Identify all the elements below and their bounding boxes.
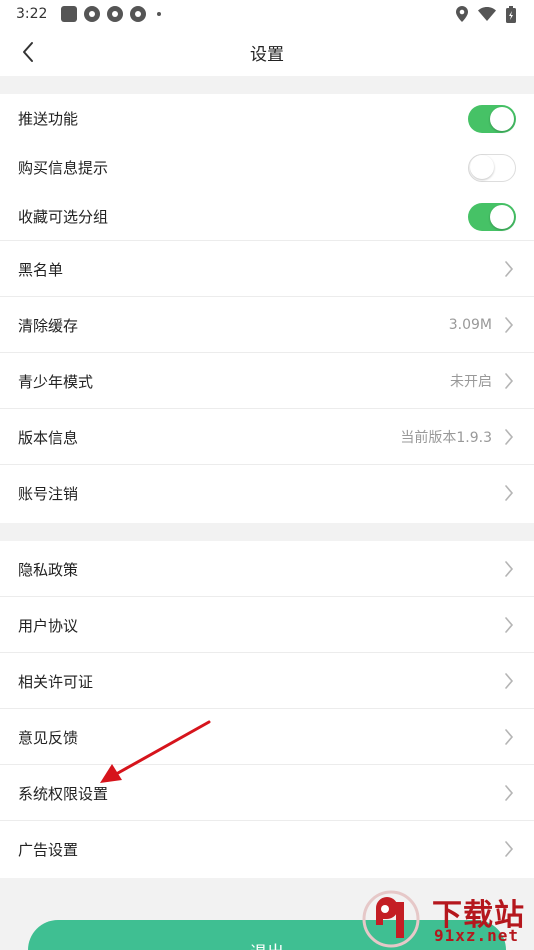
status-time: 3:22 xyxy=(16,6,48,22)
aperture-icon xyxy=(130,6,147,22)
nav-bar: 设置 xyxy=(0,28,534,76)
setting-row-purchase-notice: 购买信息提示 xyxy=(0,143,534,192)
wifi-icon xyxy=(478,7,496,21)
setting-row-clear-cache[interactable]: 清除缓存 3.09M xyxy=(0,297,534,353)
setting-label: 用户协议 xyxy=(18,616,79,635)
setting-row-favorite-group: 收藏可选分组 xyxy=(0,192,534,241)
setting-label: 推送功能 xyxy=(18,110,79,128)
chevron-right-icon xyxy=(502,841,516,857)
setting-row-user-agreement[interactable]: 用户协议 xyxy=(0,597,534,653)
toggle-knob xyxy=(490,204,514,229)
setting-row-push: 推送功能 xyxy=(0,94,534,143)
settings-group-general: 推送功能 购买信息提示 收藏可选分组 黑名单 清除缓存 3.09M 青少年模式 … xyxy=(0,94,534,521)
logout-label: 退出 xyxy=(250,938,284,950)
setting-row-system-permissions[interactable]: 系统权限设置 xyxy=(0,765,534,821)
setting-label: 隐私政策 xyxy=(18,560,79,579)
chevron-right-icon xyxy=(502,261,516,277)
section-gap xyxy=(0,523,534,541)
setting-label: 购买信息提示 xyxy=(18,159,109,177)
setting-label: 版本信息 xyxy=(18,428,79,447)
chevron-left-icon xyxy=(23,42,33,62)
setting-row-ad-settings[interactable]: 广告设置 xyxy=(0,821,534,877)
chevron-right-icon xyxy=(502,785,516,801)
setting-label: 相关许可证 xyxy=(18,672,94,691)
purchase-notice-toggle[interactable] xyxy=(468,153,516,182)
settings-group-legal: 隐私政策 用户协议 相关许可证 意见反馈 系统权限设置 广告设置 xyxy=(0,541,534,877)
youth-mode-value: 未开启 xyxy=(450,374,492,390)
setting-row-feedback[interactable]: 意见反馈 xyxy=(0,709,534,765)
location-icon xyxy=(456,6,468,22)
setting-row-privacy[interactable]: 隐私政策 xyxy=(0,541,534,597)
toggle-knob xyxy=(490,106,514,131)
setting-label: 广告设置 xyxy=(18,840,79,859)
battery-icon xyxy=(506,5,516,23)
more-notifications-icon xyxy=(157,12,162,16)
setting-row-youth-mode[interactable]: 青少年模式 未开启 xyxy=(0,353,534,409)
setting-label: 清除缓存 xyxy=(18,316,79,335)
toggle-knob xyxy=(470,155,494,179)
logout-button[interactable]: 退出 xyxy=(28,920,506,950)
version-value: 当前版本1.9.3 xyxy=(400,430,492,446)
setting-label: 青少年模式 xyxy=(18,372,94,391)
setting-label: 系统权限设置 xyxy=(18,784,109,803)
aperture-icon xyxy=(107,6,124,22)
system-icons xyxy=(456,5,516,23)
favorite-group-toggle[interactable] xyxy=(468,202,516,231)
setting-row-account-cancel[interactable]: 账号注销 xyxy=(0,465,534,521)
setting-label: 黑名单 xyxy=(18,260,64,279)
section-gap xyxy=(0,76,534,94)
chevron-right-icon xyxy=(502,673,516,689)
setting-label: 收藏可选分组 xyxy=(18,208,109,226)
setting-row-licenses[interactable]: 相关许可证 xyxy=(0,653,534,709)
chevron-right-icon xyxy=(502,429,516,445)
chevron-right-icon xyxy=(502,617,516,633)
chevron-right-icon xyxy=(502,373,516,389)
setting-label: 账号注销 xyxy=(18,484,79,503)
app-notification-icon xyxy=(61,6,78,22)
page-title: 设置 xyxy=(250,44,284,65)
push-toggle[interactable] xyxy=(468,104,516,133)
chevron-right-icon xyxy=(502,561,516,577)
chevron-right-icon xyxy=(502,317,516,333)
cache-size-value: 3.09M xyxy=(448,317,492,333)
notification-icons xyxy=(61,6,162,22)
chevron-right-icon xyxy=(502,485,516,501)
setting-row-version[interactable]: 版本信息 当前版本1.9.3 xyxy=(0,409,534,465)
setting-label: 意见反馈 xyxy=(18,728,79,747)
setting-row-blacklist[interactable]: 黑名单 xyxy=(0,241,534,297)
status-bar: 3:22 xyxy=(0,0,534,28)
back-button[interactable] xyxy=(14,38,42,66)
chevron-right-icon xyxy=(502,729,516,745)
aperture-icon xyxy=(84,6,101,22)
